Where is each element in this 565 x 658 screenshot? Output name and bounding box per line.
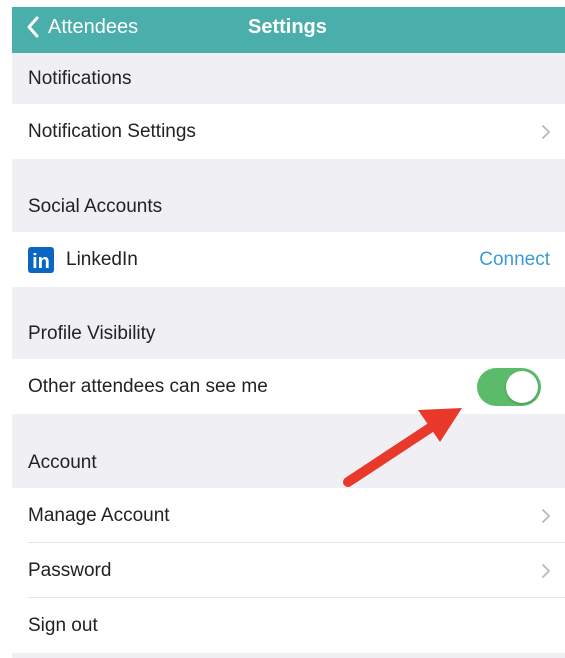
red-arrow-icon bbox=[322, 396, 472, 497]
nav-bar: Attendees Settings bbox=[12, 7, 565, 53]
back-button[interactable]: Attendees bbox=[26, 7, 138, 47]
password-row[interactable]: Password bbox=[12, 543, 565, 598]
settings-screen: Attendees Settings Notifications Notific… bbox=[12, 7, 565, 658]
back-label: Attendees bbox=[48, 15, 139, 38]
section-header-notifications: Notifications bbox=[28, 67, 132, 89]
toggle-knob bbox=[506, 370, 538, 403]
section-header-account: Account bbox=[28, 451, 97, 473]
visibility-toggle-row: Other attendees can see me bbox=[12, 359, 565, 414]
chevron-right-icon bbox=[541, 563, 551, 579]
visibility-toggle[interactable] bbox=[477, 367, 541, 406]
linkedin-row: in LinkedIn Connect bbox=[12, 232, 565, 287]
visibility-toggle-label: Other attendees can see me bbox=[28, 375, 268, 397]
row-label: Sign out bbox=[28, 614, 98, 636]
row-label: Manage Account bbox=[28, 504, 170, 526]
row-label: Password bbox=[28, 559, 112, 581]
manage-account-row[interactable]: Manage Account bbox=[12, 488, 565, 543]
notification-settings-row[interactable]: Notification Settings bbox=[12, 104, 565, 159]
page-title: Settings bbox=[248, 15, 327, 38]
section-header-social-accounts: Social Accounts bbox=[28, 196, 163, 217]
linkedin-connect-button[interactable]: Connect bbox=[479, 249, 550, 271]
chevron-right-icon bbox=[541, 124, 551, 140]
sign-out-row[interactable]: Sign out bbox=[12, 598, 565, 653]
section-header-profile-visibility: Profile Visibility bbox=[28, 322, 156, 344]
row-label: Notification Settings bbox=[28, 120, 196, 142]
chevron-left-icon bbox=[26, 16, 40, 38]
linkedin-icon: in bbox=[28, 246, 54, 273]
linkedin-label: LinkedIn bbox=[66, 248, 138, 270]
chevron-right-icon bbox=[541, 508, 551, 524]
